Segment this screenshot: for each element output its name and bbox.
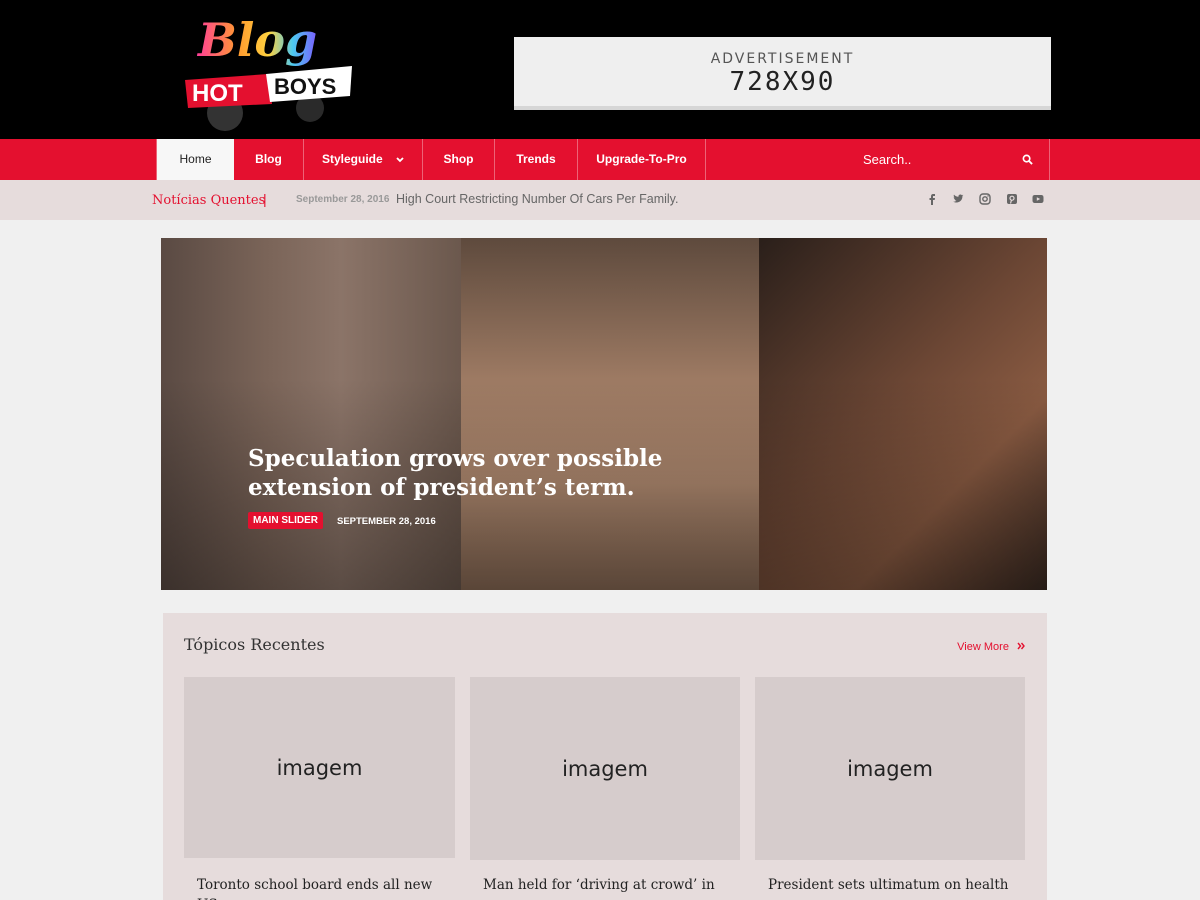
chevron-down-icon xyxy=(396,157,404,163)
image-placeholder-text: imagem xyxy=(562,756,648,781)
advertisement-banner[interactable]: ADVERTISEMENT 728X90 xyxy=(514,37,1051,110)
ticker-title: Notícias Quentes xyxy=(152,193,266,208)
pinterest-icon[interactable] xyxy=(1005,192,1019,206)
main-slider[interactable]: Speculation grows over possible extensio… xyxy=(161,238,1047,590)
twitter-icon[interactable] xyxy=(951,192,965,206)
logo-hot-text: HOT xyxy=(192,80,243,107)
recent-topics-section: Tópicos Recentes View More imagem Toront… xyxy=(163,613,1047,900)
search-icon[interactable] xyxy=(1022,154,1033,165)
ticker-headline-link[interactable]: High Court Restricting Number Of Cars Pe… xyxy=(396,192,678,206)
slide-title-link[interactable]: Speculation grows over possible extensio… xyxy=(248,444,768,502)
post-card[interactable]: imagem Toronto school board ends all new… xyxy=(184,677,455,900)
nav-divider xyxy=(1049,139,1050,180)
breaking-news-bar: Notícias Quentes | September 28, 2016 Hi… xyxy=(0,180,1200,220)
slide-date: SEPTEMBER 28, 2016 xyxy=(337,516,436,527)
post-thumbnail[interactable]: imagem xyxy=(470,677,740,860)
ad-label: ADVERTISEMENT xyxy=(710,51,855,67)
nav-item-label: Trends xyxy=(516,152,556,166)
view-more-link[interactable]: View More xyxy=(957,641,1025,653)
post-thumbnail[interactable]: imagem xyxy=(184,677,455,858)
post-card[interactable]: imagem Man held for ‘driving at crowd’ i… xyxy=(470,677,740,893)
ticker-date: September 28, 2016 xyxy=(296,194,390,205)
nav-item-styleguide[interactable]: Styleguide xyxy=(304,139,423,180)
nav-item-label: Styleguide xyxy=(321,152,383,166)
logo-blog-text: Blog xyxy=(196,13,317,67)
search-input[interactable] xyxy=(863,139,1013,180)
view-more-label: View More xyxy=(957,641,1009,653)
post-thumbnail[interactable]: imagem xyxy=(755,677,1025,860)
nav-item-label: Home xyxy=(179,152,212,166)
nav-item-label: Blog xyxy=(255,152,282,166)
facebook-icon[interactable] xyxy=(925,192,939,206)
search-box xyxy=(863,139,1049,180)
section-title: Tópicos Recentes xyxy=(184,635,325,654)
nav-item-label: Upgrade-To-Pro xyxy=(596,152,687,166)
category-badge[interactable]: MAIN SLIDER xyxy=(248,512,323,529)
post-card[interactable]: imagem President sets ultimatum on healt… xyxy=(755,677,1025,893)
double-chevron-right-icon xyxy=(1017,642,1025,650)
post-title-link[interactable]: Toronto school board ends all new US xyxy=(197,875,447,900)
image-placeholder-text: imagem xyxy=(847,756,933,781)
nav-item-label: Shop xyxy=(443,152,474,166)
main-nav: Home Blog Styleguide Shop Trends Upgrade… xyxy=(0,139,1200,180)
nav-item-trends[interactable]: Trends xyxy=(495,139,578,180)
image-placeholder-text: imagem xyxy=(276,755,363,780)
youtube-icon[interactable] xyxy=(1031,192,1045,206)
nav-item-shop[interactable]: Shop xyxy=(423,139,495,180)
post-title-link[interactable]: Man held for ‘driving at crowd’ in xyxy=(483,875,733,895)
ticker-separator: | xyxy=(263,191,267,207)
slider-overlay xyxy=(161,238,1047,590)
ad-size: 728X90 xyxy=(729,67,836,97)
nav-item-blog[interactable]: Blog xyxy=(234,139,304,180)
site-logo[interactable]: Blog HOT BOYS xyxy=(180,8,360,133)
instagram-icon[interactable] xyxy=(978,192,992,206)
nav-item-upgrade[interactable]: Upgrade-To-Pro xyxy=(578,139,706,180)
post-title-link[interactable]: President sets ultimatum on health xyxy=(768,875,1018,895)
site-header: Blog HOT BOYS ADVERTISEMENT 728X90 xyxy=(0,0,1200,139)
logo-boys-text: BOYS xyxy=(274,74,336,99)
nav-item-home[interactable]: Home xyxy=(157,139,234,180)
